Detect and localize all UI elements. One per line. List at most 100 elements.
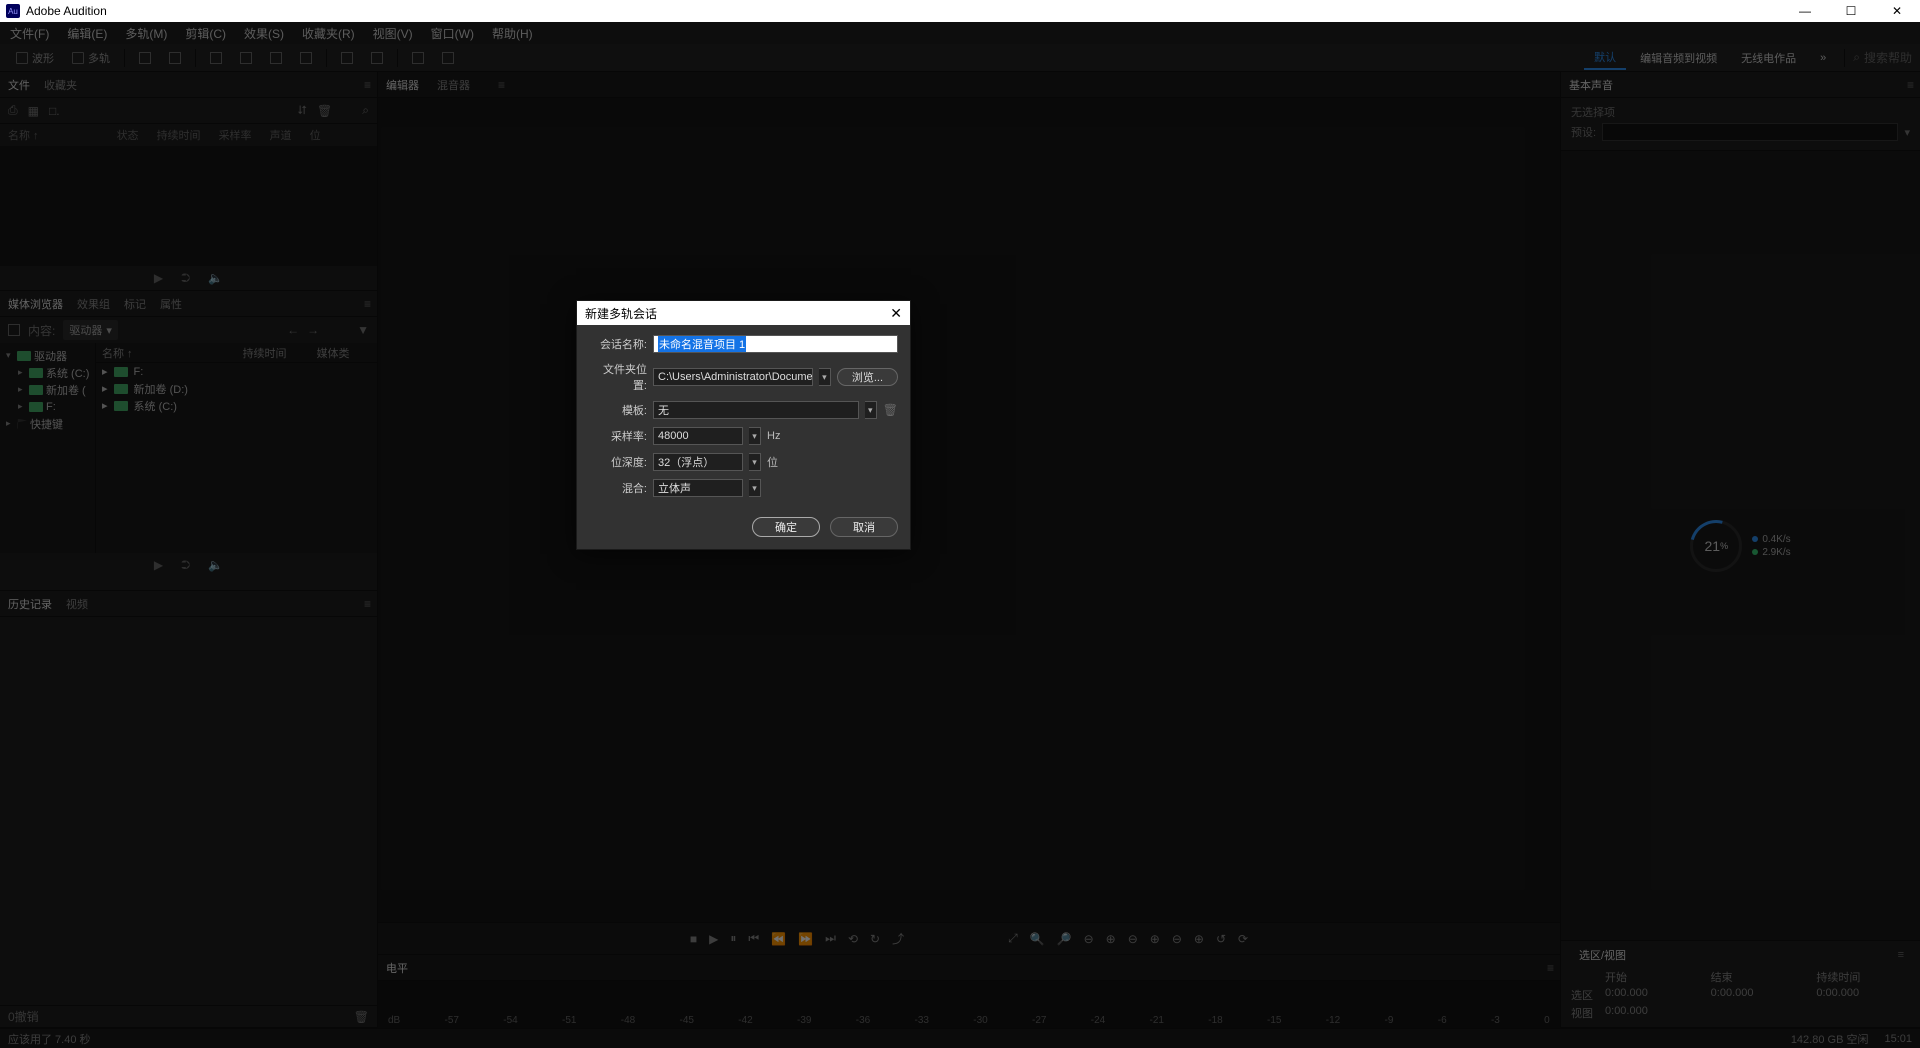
record-button[interactable]: ⟲ bbox=[848, 932, 858, 946]
sample-rate-dropdown[interactable]: 48000 bbox=[653, 427, 743, 445]
view-start[interactable]: 0:00.000 bbox=[1605, 1005, 1699, 1021]
trash-icon[interactable]: 🗑 bbox=[354, 1010, 369, 1024]
tree-item[interactable]: ▸新加卷 ( bbox=[4, 381, 91, 398]
sample-rate-dropdown-arrow[interactable]: ▾ bbox=[749, 427, 761, 445]
tab-levels[interactable]: 电平 bbox=[386, 960, 408, 976]
tool-7[interactable] bbox=[333, 47, 361, 69]
zoom-icon[interactable]: ⊕ bbox=[1150, 932, 1160, 946]
window-maximize-button[interactable]: ☐ bbox=[1828, 0, 1874, 22]
tool-3[interactable] bbox=[202, 47, 230, 69]
sel-end[interactable]: 0:00.000 bbox=[1711, 987, 1805, 1003]
preset-dropdown[interactable] bbox=[1602, 123, 1898, 141]
skip-prev-button[interactable]: ⏮ bbox=[748, 931, 759, 946]
tree-item-shortcuts[interactable]: ▸快捷键 bbox=[4, 415, 91, 432]
template-dropdown[interactable]: 无 bbox=[653, 401, 859, 419]
menu-favorites[interactable]: 收藏夹(R) bbox=[300, 23, 357, 44]
level-meter[interactable]: dB -57 -54 -51 -48 -45 -42 -39 -36 -33 -… bbox=[378, 981, 1560, 1028]
tree-item[interactable]: ▸F: bbox=[4, 398, 91, 415]
folder-location-input[interactable]: C:\Users\Administrator\Documents\Ado... bbox=[653, 368, 813, 386]
panel-menu-icon[interactable]: ≡ bbox=[498, 78, 505, 92]
skip-next-button[interactable]: ⏭ bbox=[825, 931, 836, 946]
view-duration[interactable] bbox=[1816, 1005, 1910, 1021]
list-col-media[interactable]: 媒体类 bbox=[317, 345, 350, 361]
files-tool-icon[interactable]: 🗑 bbox=[317, 104, 332, 118]
workspace-edit-av[interactable]: 编辑音频到视频 bbox=[1630, 47, 1727, 69]
mix-dropdown-arrow[interactable]: ▾ bbox=[749, 479, 761, 497]
loop-button[interactable]: ↻ bbox=[870, 932, 880, 946]
loop-icon[interactable]: ⮊ bbox=[181, 271, 190, 286]
play-button[interactable]: ▶ bbox=[709, 932, 718, 946]
window-minimize-button[interactable]: — bbox=[1782, 0, 1828, 22]
list-item[interactable]: ▸新加卷 (D:) bbox=[96, 380, 377, 397]
fastfwd-button[interactable]: ⏩ bbox=[798, 932, 813, 946]
dialog-titlebar[interactable]: 新建多轨会话 ✕ bbox=[577, 301, 910, 325]
menu-file[interactable]: 文件(F) bbox=[8, 23, 51, 44]
tool-4[interactable] bbox=[232, 47, 260, 69]
files-tool-icon[interactable]: ▦ bbox=[28, 104, 39, 118]
mix-dropdown[interactable]: 立体声 bbox=[653, 479, 743, 497]
menu-window[interactable]: 窗口(W) bbox=[429, 23, 476, 44]
zoom-icon[interactable]: 🔎 bbox=[1057, 932, 1072, 946]
tool-6[interactable] bbox=[292, 47, 320, 69]
folder-location-dropdown[interactable]: ▾ bbox=[819, 368, 831, 386]
dialog-close-button[interactable]: ✕ bbox=[890, 305, 902, 322]
panel-menu-icon[interactable]: ≡ bbox=[1907, 78, 1914, 92]
tab-properties[interactable]: 属性 bbox=[160, 296, 182, 312]
list-item[interactable]: ▸系统 (C:) bbox=[96, 397, 377, 414]
tab-effects-rack[interactable]: 效果组 bbox=[77, 296, 110, 312]
stop-button[interactable]: ■ bbox=[690, 932, 697, 946]
content-dropdown[interactable]: 驱动器▾ bbox=[63, 320, 118, 340]
zoom-icon[interactable]: ⊖ bbox=[1084, 932, 1094, 946]
zoom-icon[interactable]: ⊖ bbox=[1172, 932, 1182, 946]
tool-5[interactable] bbox=[262, 47, 290, 69]
tool-8[interactable] bbox=[363, 47, 391, 69]
files-tool-icon[interactable]: □. bbox=[49, 104, 60, 118]
tool-10[interactable] bbox=[434, 47, 462, 69]
tool-2[interactable] bbox=[161, 47, 189, 69]
zoom-icon[interactable]: ↺ bbox=[1216, 932, 1226, 946]
menu-edit[interactable]: 编辑(E) bbox=[65, 23, 109, 44]
nav-back-icon[interactable]: ← bbox=[287, 323, 299, 337]
col-name[interactable]: 名称 ↑ bbox=[8, 127, 39, 143]
zoom-icon[interactable]: ⊖ bbox=[1128, 932, 1138, 946]
tool-1[interactable] bbox=[131, 47, 159, 69]
col-duration[interactable]: 持续时间 bbox=[157, 127, 201, 143]
zoom-icon[interactable]: ⊕ bbox=[1194, 932, 1204, 946]
browse-button[interactable]: 浏览... bbox=[837, 368, 898, 386]
view-end[interactable] bbox=[1711, 1005, 1805, 1021]
files-tool-icon[interactable]: ⎙ bbox=[8, 103, 18, 118]
tree-item-drives[interactable]: ▾驱动器 bbox=[4, 347, 91, 364]
col-samplerate[interactable]: 采样率 bbox=[219, 127, 252, 143]
panel-menu-icon[interactable]: ≡ bbox=[1547, 961, 1554, 975]
menu-effects[interactable]: 效果(S) bbox=[242, 23, 286, 44]
files-tool-icon[interactable]: ⮃ bbox=[297, 103, 307, 118]
tab-video[interactable]: 视频 bbox=[66, 596, 88, 612]
search-icon[interactable]: ⌕ bbox=[362, 103, 369, 118]
rewind-button[interactable]: ⏪ bbox=[771, 932, 786, 946]
tab-favorites[interactable]: 收藏夹 bbox=[44, 77, 77, 93]
view-waveform-button[interactable]: 波形 bbox=[8, 47, 62, 69]
tab-essential-sound[interactable]: 基本声音 bbox=[1569, 77, 1613, 93]
bit-depth-dropdown-arrow[interactable]: ▾ bbox=[749, 453, 761, 471]
list-item[interactable]: ▸F: bbox=[96, 363, 377, 380]
cancel-button[interactable]: 取消 bbox=[830, 517, 898, 537]
menu-multitrack[interactable]: 多轨(M) bbox=[123, 23, 169, 44]
ok-button[interactable]: 确定 bbox=[752, 517, 820, 537]
loop-icon[interactable]: ⮊ bbox=[181, 558, 190, 573]
bit-depth-dropdown[interactable]: 32（浮点） bbox=[653, 453, 743, 471]
view-multitrack-button[interactable]: 多轨 bbox=[64, 47, 118, 69]
tab-selection-view[interactable]: 选区/视图 bbox=[1579, 947, 1626, 963]
preset-menu-icon[interactable]: ▾ bbox=[1904, 126, 1910, 139]
editor-canvas[interactable] bbox=[378, 98, 1560, 922]
tool-9[interactable] bbox=[404, 47, 432, 69]
sel-start[interactable]: 0:00.000 bbox=[1605, 987, 1699, 1003]
help-search[interactable]: ⌕ 搜索帮助 bbox=[1853, 49, 1912, 66]
zoom-icon[interactable]: ⊕ bbox=[1106, 932, 1116, 946]
zoom-icon[interactable]: ⟳ bbox=[1238, 932, 1248, 946]
workspace-default[interactable]: 默认 bbox=[1584, 46, 1626, 70]
delete-template-icon[interactable]: 🗑 bbox=[883, 403, 898, 417]
tab-history[interactable]: 历史记录 bbox=[8, 596, 52, 612]
session-name-input[interactable]: 未命名混音项目 1 bbox=[653, 335, 898, 353]
col-channels[interactable]: 声道 bbox=[270, 127, 292, 143]
tree-item[interactable]: ▸系统 (C:) bbox=[4, 364, 91, 381]
